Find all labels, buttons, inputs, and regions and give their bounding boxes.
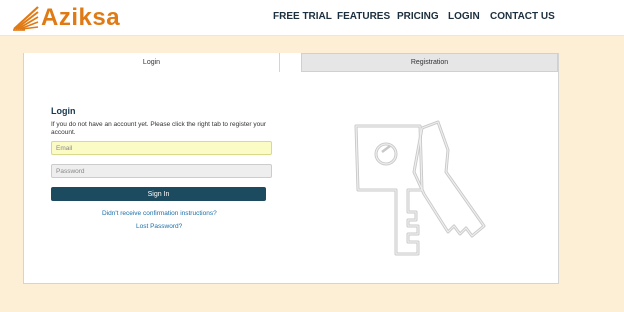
login-description: If you do not have an account yet. Pleas… (51, 121, 266, 136)
nav-login[interactable]: LOGIN (448, 11, 480, 22)
main-nav: FREE TRIAL FEATURES PRICING LOGIN CONTAC… (0, 11, 624, 25)
tab-login[interactable]: Login (24, 53, 280, 72)
nav-free-trial[interactable]: FREE TRIAL (273, 11, 332, 22)
tab-spacer (280, 53, 301, 72)
keys-icon (354, 120, 486, 256)
sign-in-button[interactable]: Sign In (51, 187, 266, 201)
nav-pricing[interactable]: PRICING (397, 11, 439, 22)
password-field[interactable] (51, 164, 272, 178)
site-header: Aziksa FREE TRIAL FEATURES PRICING LOGIN… (0, 0, 624, 36)
nav-contact-us[interactable]: CONTACT US (490, 11, 555, 22)
email-field[interactable] (51, 141, 272, 155)
tab-registration[interactable]: Registration (301, 53, 558, 72)
login-heading: Login (51, 106, 76, 116)
lost-password-link[interactable]: Lost Password? (136, 223, 182, 230)
nav-features[interactable]: FEATURES (337, 11, 390, 22)
confirmation-instructions-link[interactable]: Didn't receive confirmation instructions… (102, 210, 217, 217)
